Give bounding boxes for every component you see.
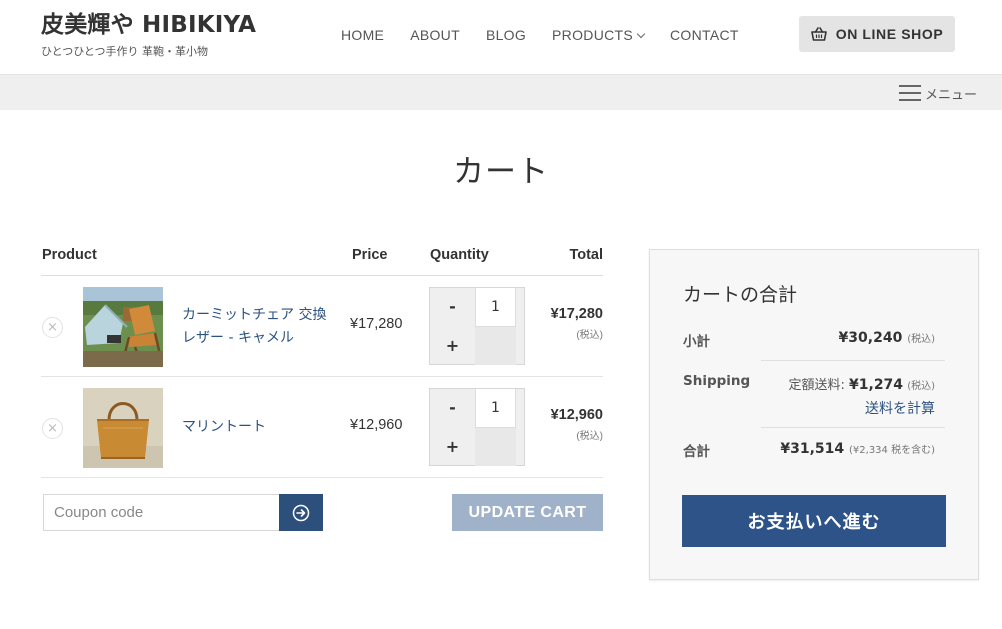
table-row: × カーミットチェア 交換レザー - キャメル ¥17,280 - 1 + ¥1… bbox=[41, 276, 603, 377]
quantity-increase-button[interactable]: + bbox=[430, 428, 475, 467]
total-value: ¥31,514 (¥2,334 税を含む) bbox=[780, 441, 935, 457]
divider bbox=[761, 360, 945, 361]
item-total-value: ¥12,960 bbox=[550, 407, 603, 423]
shipping-amount: ¥1,274 bbox=[849, 377, 904, 393]
quantity-stepper: - 1 + bbox=[429, 388, 525, 466]
nav-about-label: ABOUT bbox=[410, 27, 460, 43]
nav-blog-label: BLOG bbox=[485, 27, 527, 43]
item-total: ¥12,960 (税込) bbox=[551, 407, 603, 442]
menu-toggle-label: メニュー bbox=[924, 88, 977, 103]
remove-item-button[interactable]: × bbox=[42, 418, 63, 439]
shipping-value: 定額送料: ¥1,274 (税込) bbox=[788, 374, 935, 393]
nav-blog[interactable]: BLOG bbox=[486, 27, 526, 43]
menu-toggle[interactable]: メニュー bbox=[898, 84, 977, 103]
tax-note: (税込) bbox=[576, 330, 603, 341]
nav-contact[interactable]: CONTACT bbox=[670, 27, 739, 43]
calculate-shipping-link[interactable]: 送料を計算 bbox=[865, 398, 935, 418]
quantity-decrease-button[interactable]: - bbox=[430, 288, 475, 327]
online-shop-label: ON LINE SHOP bbox=[835, 26, 944, 42]
remove-item-button[interactable]: × bbox=[42, 317, 63, 338]
product-thumbnail[interactable] bbox=[83, 388, 163, 468]
divider bbox=[761, 427, 945, 428]
shipping-label: Shipping bbox=[683, 373, 751, 389]
nav-products[interactable]: PRODUCTS bbox=[552, 27, 646, 43]
site-tagline: ひとつひとつ手作り 革鞄・革小物 bbox=[41, 45, 208, 58]
subtotal-amount: ¥30,240 bbox=[838, 330, 903, 346]
table-row: × マリントート ¥12,960 - 1 + ¥12,960 (税込) bbox=[41, 377, 603, 478]
quantity-spacer bbox=[475, 327, 516, 365]
update-cart-button[interactable]: UPDATE CART bbox=[452, 494, 603, 531]
item-price: ¥17,280 bbox=[350, 316, 403, 332]
product-name-link[interactable]: マリントート bbox=[182, 416, 332, 439]
quantity-spacer bbox=[475, 428, 516, 466]
quantity-input[interactable]: 1 bbox=[475, 288, 516, 327]
nav-products-label: PRODUCTS bbox=[552, 27, 634, 43]
hamburger-icon bbox=[898, 85, 921, 102]
quantity-input[interactable]: 1 bbox=[475, 389, 516, 428]
nav-home-label: HOME bbox=[341, 27, 385, 43]
subtotal-label: 小計 bbox=[683, 334, 710, 350]
cart-totals-title: カートの合計 bbox=[683, 284, 798, 306]
subtotal-tax-note: (税込) bbox=[907, 334, 935, 345]
quantity-increase-button[interactable]: + bbox=[430, 327, 475, 366]
nav-contact-label: CONTACT bbox=[670, 27, 739, 43]
nav-about[interactable]: ABOUT bbox=[410, 27, 460, 43]
quantity-stepper: - 1 + bbox=[429, 287, 525, 365]
tote-bag-photo bbox=[83, 388, 163, 468]
header-total: Total bbox=[569, 247, 603, 263]
quantity-decrease-button[interactable]: - bbox=[430, 389, 475, 428]
proceed-to-checkout-button[interactable]: お支払いへ進む bbox=[682, 495, 946, 547]
total-tax-note: (¥2,334 税を含む) bbox=[849, 445, 935, 456]
coupon-code-input[interactable] bbox=[43, 494, 280, 531]
header-price: Price bbox=[352, 247, 388, 263]
total-label: 合計 bbox=[683, 444, 710, 460]
tax-note: (税込) bbox=[576, 431, 603, 442]
total-amount: ¥31,514 bbox=[780, 441, 845, 457]
apply-coupon-button[interactable] bbox=[279, 494, 323, 531]
main-nav: HOME ABOUT BLOG PRODUCTS CONTACT bbox=[341, 27, 765, 43]
site-title[interactable]: 皮美輝や HIBIKIYA bbox=[41, 11, 256, 39]
subtotal-value: ¥30,240 (税込) bbox=[839, 330, 935, 346]
shipping-prefix: 定額送料: bbox=[788, 378, 845, 393]
site-header: 皮美輝や HIBIKIYA ひとつひとつ手作り 革鞄・革小物 HOME ABOU… bbox=[0, 0, 1002, 74]
arrow-circle-right-icon bbox=[292, 504, 310, 521]
product-thumbnail[interactable] bbox=[83, 287, 163, 367]
menu-bar: メニュー bbox=[0, 74, 1002, 110]
page-title: カート bbox=[453, 154, 549, 190]
brand[interactable]: 皮美輝や HIBIKIYA ひとつひとつ手作り 革鞄・革小物 bbox=[41, 11, 256, 59]
item-total-value: ¥17,280 bbox=[550, 306, 603, 322]
nav-home[interactable]: HOME bbox=[341, 27, 384, 43]
cart-totals: カートの合計 小計 ¥30,240 (税込) Shipping 定額送料: ¥1… bbox=[649, 249, 979, 580]
chevron-down-icon bbox=[636, 29, 646, 38]
item-total: ¥17,280 (税込) bbox=[551, 306, 603, 341]
shopping-basket-icon bbox=[810, 27, 827, 41]
item-price: ¥12,960 bbox=[350, 417, 403, 433]
product-name-link[interactable]: カーミットチェア 交換レザー - キャメル bbox=[182, 304, 332, 350]
online-shop-button[interactable]: ON LINE SHOP bbox=[799, 16, 955, 52]
shipping-tax-note: (税込) bbox=[907, 381, 935, 392]
header-product: Product bbox=[42, 247, 97, 263]
header-quantity: Quantity bbox=[430, 247, 489, 263]
chair-photo bbox=[83, 287, 163, 367]
